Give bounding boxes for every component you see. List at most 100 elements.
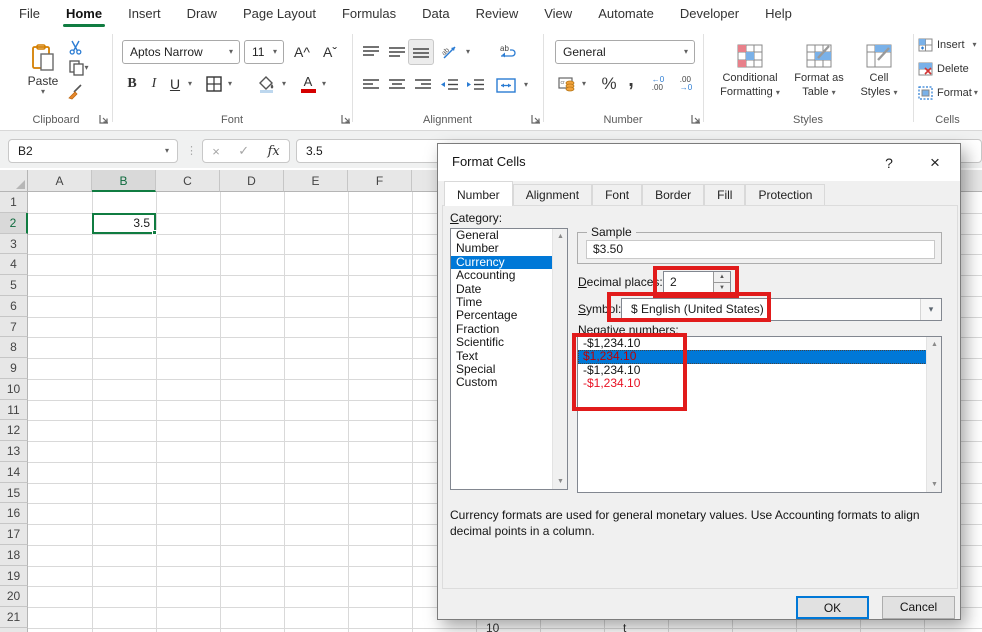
row-header-14[interactable]: 14 <box>0 462 28 483</box>
increase-decimal-button[interactable]: ←0.00 <box>646 72 670 96</box>
format-painter-button[interactable] <box>64 82 86 102</box>
bold-button[interactable]: B <box>122 72 142 96</box>
row-header-5[interactable]: 5 <box>0 275 28 296</box>
percent-style-button[interactable]: % <box>596 70 622 98</box>
fill-color-dropdown[interactable]: ▾ <box>278 72 290 96</box>
align-top-button[interactable] <box>360 42 382 62</box>
row-header-8[interactable]: 8 <box>0 337 28 358</box>
orientation-dropdown[interactable]: ▾ <box>462 42 474 62</box>
cancel-entry-icon[interactable]: × <box>212 144 220 159</box>
row-header-3[interactable]: 3 <box>0 234 28 255</box>
row-header-10[interactable]: 10 <box>0 379 28 400</box>
align-left-button[interactable] <box>360 74 382 94</box>
font-dialog-launcher[interactable] <box>341 114 352 125</box>
column-header-f[interactable]: F <box>348 170 412 192</box>
merge-center-dropdown[interactable]: ▾ <box>520 74 532 96</box>
category-item-currency[interactable]: Currency <box>451 256 567 269</box>
select-all-corner[interactable] <box>0 170 28 192</box>
clipboard-dialog-launcher[interactable] <box>99 114 110 125</box>
number-dialog-launcher[interactable] <box>691 114 702 125</box>
format-cells-button[interactable]: Format ▾ <box>918 84 982 102</box>
category-item-percentage[interactable]: Percentage <box>451 309 567 322</box>
font-color-dropdown[interactable]: ▾ <box>318 72 330 96</box>
tab-view[interactable]: View <box>531 0 585 28</box>
tab-home[interactable]: Home <box>53 0 115 28</box>
name-box[interactable]: B2 ▾ <box>8 139 178 163</box>
tab-formulas[interactable]: Formulas <box>329 0 409 28</box>
category-item-text[interactable]: Text <box>451 350 567 363</box>
align-right-button[interactable] <box>412 74 434 94</box>
negative-scrollbar[interactable]: ▲ ▼ <box>926 337 941 492</box>
scroll-down-icon[interactable]: ▼ <box>927 477 942 492</box>
row-header-11[interactable]: 11 <box>0 400 28 421</box>
align-bottom-button[interactable] <box>408 39 434 65</box>
row-header-18[interactable]: 18 <box>0 545 28 566</box>
insert-cells-button[interactable]: Insert ▾ <box>918 36 982 54</box>
category-item-custom[interactable]: Custom <box>451 376 567 389</box>
column-header-d[interactable]: D <box>220 170 284 192</box>
dialog-tab-number[interactable]: Number <box>444 181 513 206</box>
category-item-special[interactable]: Special <box>451 363 567 376</box>
category-item-general[interactable]: General <box>451 229 567 242</box>
format-as-table-button[interactable]: Format as Table ▾ <box>788 34 850 108</box>
row-header-21[interactable]: 21 <box>0 607 28 628</box>
orientation-button[interactable]: ab <box>440 42 462 62</box>
accounting-dropdown[interactable]: ▾ <box>578 72 590 96</box>
row-header-20[interactable]: 20 <box>0 586 28 607</box>
dialog-tab-fill[interactable]: Fill <box>704 184 745 206</box>
row-header-4[interactable]: 4 <box>0 254 28 275</box>
tab-file[interactable]: File <box>6 0 53 28</box>
column-header-c[interactable]: C <box>156 170 220 192</box>
chevron-down-icon[interactable]: ▾ <box>920 299 941 320</box>
column-header-a[interactable]: A <box>28 170 92 192</box>
row-header-13[interactable]: 13 <box>0 441 28 462</box>
category-item-fraction[interactable]: Fraction <box>451 323 567 336</box>
confirm-entry-icon[interactable]: ✓ <box>238 143 249 159</box>
dialog-title-bar[interactable]: Format Cells ? × <box>438 144 960 181</box>
align-middle-button[interactable] <box>386 42 408 62</box>
row-header-9[interactable]: 9 <box>0 358 28 379</box>
category-item-date[interactable]: Date <box>451 283 567 296</box>
row-header-6[interactable]: 6 <box>0 296 28 317</box>
paste-button[interactable]: Paste ▾ <box>22 34 64 106</box>
row-header-2[interactable]: 2 <box>0 213 28 234</box>
align-center-button[interactable] <box>386 74 408 94</box>
grow-font-button[interactable]: A^ <box>290 40 314 64</box>
row-header-1[interactable]: 1 <box>0 192 28 213</box>
accounting-format-button[interactable]: cr <box>556 72 578 96</box>
ok-button[interactable]: OK <box>796 596 869 619</box>
scroll-down-icon[interactable]: ▼ <box>553 474 568 489</box>
number-format-combo[interactable]: General ▾ <box>555 40 695 64</box>
borders-button[interactable] <box>204 72 224 96</box>
category-item-number[interactable]: Number <box>451 242 567 255</box>
shrink-font-button[interactable]: Aˇ <box>318 40 342 64</box>
cancel-button[interactable]: Cancel <box>882 596 955 619</box>
tab-developer[interactable]: Developer <box>667 0 752 28</box>
cell-styles-button[interactable]: Cell Styles ▾ <box>850 34 908 108</box>
increase-indent-button[interactable] <box>464 74 486 94</box>
row-header-16[interactable]: 16 <box>0 503 28 524</box>
scroll-up-icon[interactable]: ▲ <box>927 337 942 352</box>
row-header-19[interactable]: 19 <box>0 566 28 587</box>
row-header-22[interactable]: 22 <box>0 628 28 632</box>
merge-center-button[interactable] <box>494 74 518 96</box>
fill-color-button[interactable] <box>256 72 278 96</box>
wrap-text-button[interactable]: ab <box>496 40 522 64</box>
decrease-indent-button[interactable] <box>438 74 460 94</box>
row-header-7[interactable]: 7 <box>0 317 28 338</box>
fill-handle[interactable] <box>152 230 157 235</box>
insert-function-icon[interactable]: fx <box>268 144 280 159</box>
close-icon[interactable]: × <box>924 152 946 174</box>
category-item-time[interactable]: Time <box>451 296 567 309</box>
italic-button[interactable]: I <box>146 72 162 96</box>
font-size-combo[interactable]: 11 ▾ <box>244 40 284 64</box>
tab-review[interactable]: Review <box>463 0 532 28</box>
tab-draw[interactable]: Draw <box>174 0 230 28</box>
column-header-e[interactable]: E <box>284 170 348 192</box>
category-item-accounting[interactable]: Accounting <box>451 269 567 282</box>
tab-insert[interactable]: Insert <box>115 0 174 28</box>
column-header-b[interactable]: B <box>92 170 156 192</box>
category-listbox[interactable]: ▲ ▼ GeneralNumberCurrencyAccountingDateT… <box>450 228 568 490</box>
cut-button[interactable] <box>64 38 86 56</box>
dialog-tab-alignment[interactable]: Alignment <box>513 184 592 206</box>
